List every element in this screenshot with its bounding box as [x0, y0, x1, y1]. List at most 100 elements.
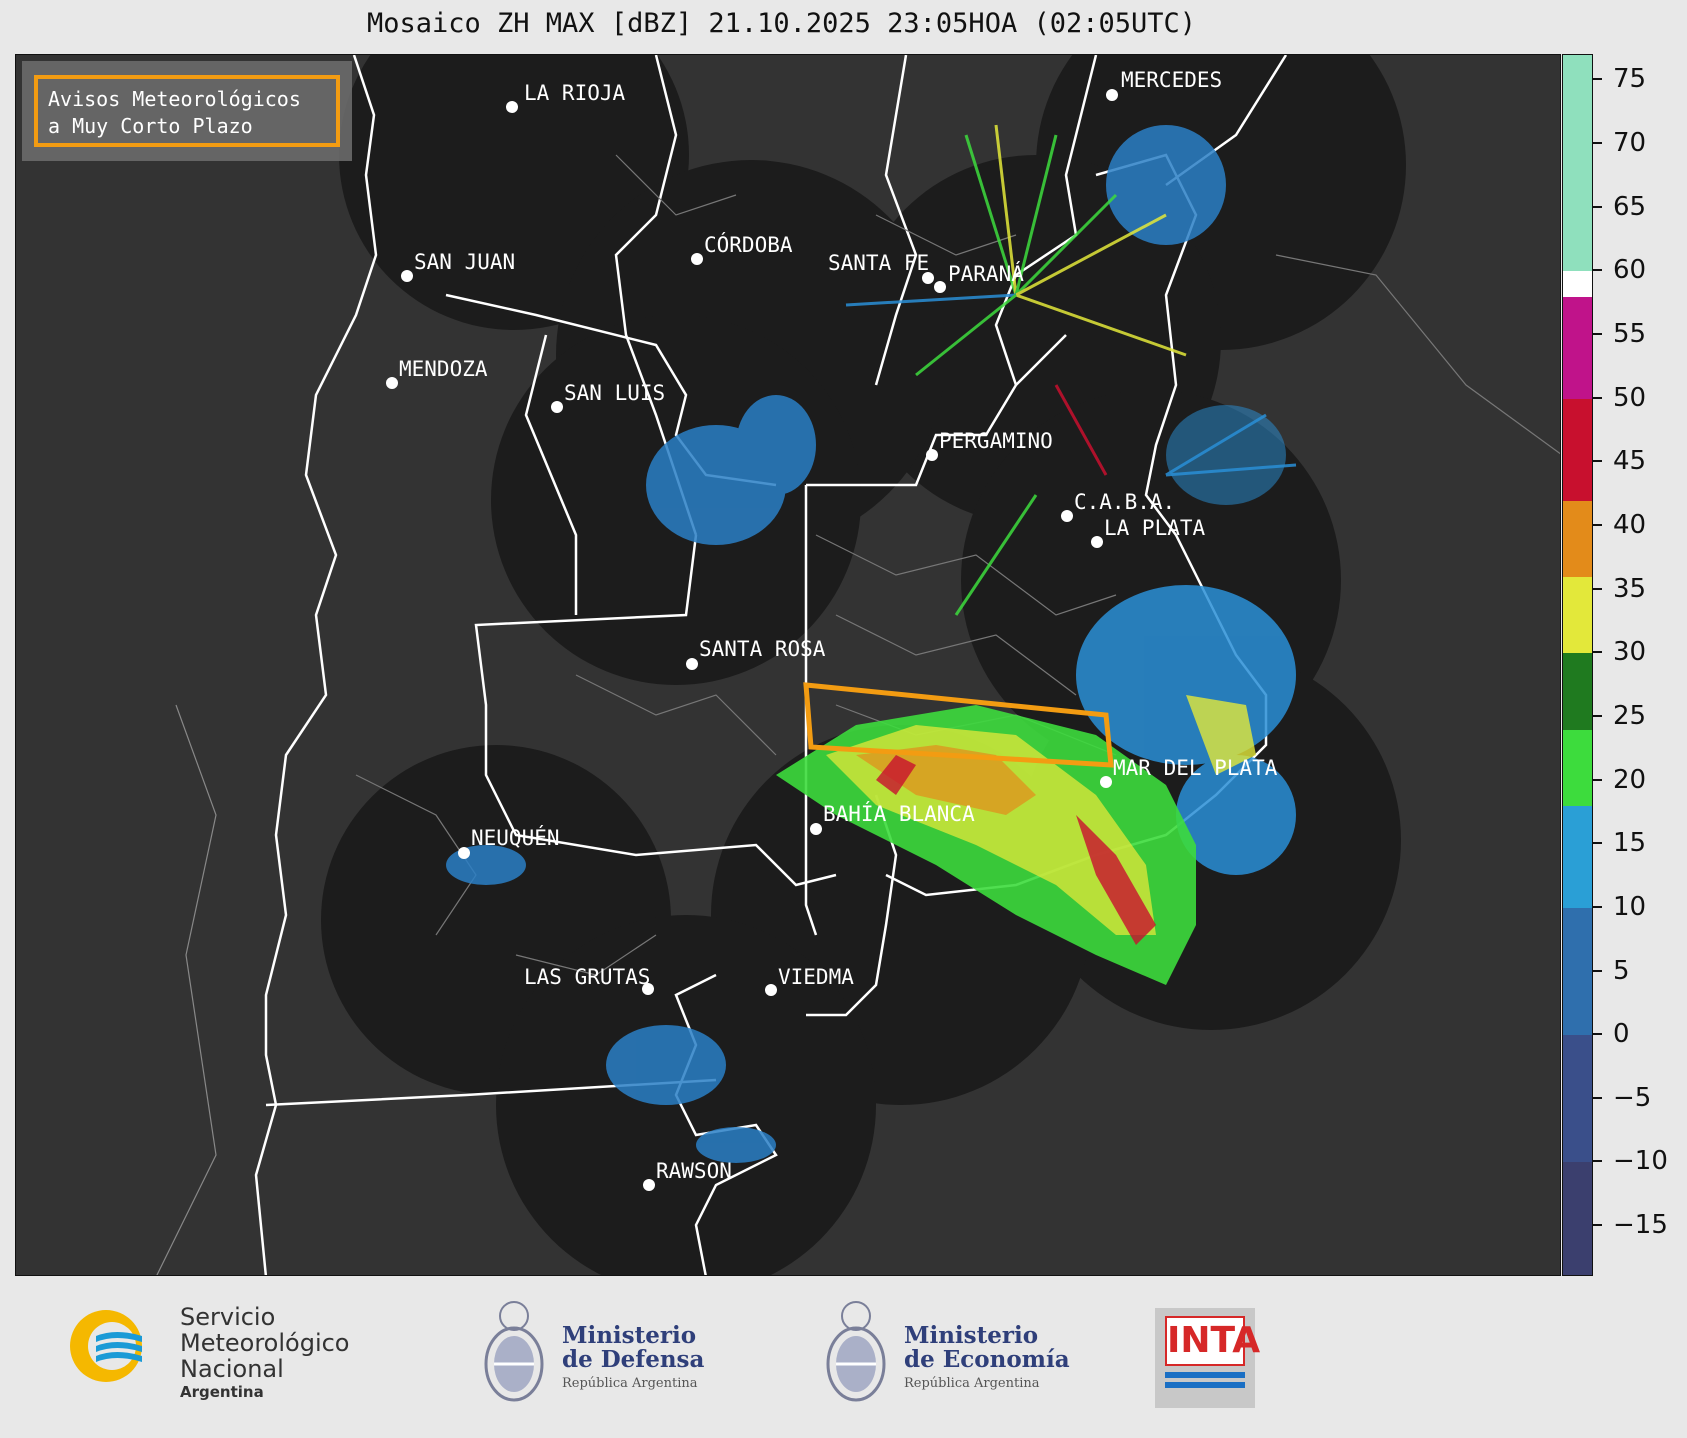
- city-marker: [401, 270, 413, 282]
- warning-legend-box: Avisos Meteorológicos a Muy Corto Plazo: [34, 75, 340, 147]
- smn-logo-text: Servicio Meteorológico Nacional Argentin…: [180, 1304, 350, 1402]
- colorbar-tick-label: −15: [1613, 1210, 1668, 1241]
- colorbar-tick-mark: [1593, 1033, 1602, 1036]
- city-marker: [643, 1179, 655, 1191]
- colorbar-tick-mark: [1593, 523, 1602, 526]
- radar-map[interactable]: LA RIOJA MERCEDES SAN JUAN CÓRDOBA SANTA…: [15, 54, 1561, 1276]
- colorbar-tick-mark: [1593, 205, 1602, 208]
- colorbar-tick-mark: [1593, 460, 1602, 463]
- colorbar-tick-label: 15: [1613, 828, 1647, 859]
- colorbar-band: [1563, 296, 1592, 399]
- colorbar-band: [1563, 729, 1592, 807]
- map-title: Mosaico ZH MAX [dBZ] 21.10.2025 23:05HOA…: [366, 8, 1197, 39]
- colorbar-tick-mark: [1593, 905, 1602, 908]
- colorbar-tick-mark: [1593, 1096, 1602, 1099]
- colorbar-tick-label: 60: [1613, 255, 1647, 286]
- city-marker: [386, 377, 398, 389]
- defensa-logo-text: Ministerio de Defensa República Argentin…: [562, 1324, 704, 1396]
- inta-stripe: [1165, 1372, 1245, 1378]
- city-label: SAN LUIS: [564, 381, 665, 405]
- smn-logo-icon: [70, 1310, 142, 1382]
- colorbar-band: [1563, 576, 1592, 654]
- city-label: MENDOZA: [399, 357, 488, 381]
- colorbar-band: [1563, 806, 1592, 908]
- smn-line4: Argentina: [180, 1383, 264, 1401]
- city-marker: [934, 281, 946, 293]
- colorbar-tick-label: −10: [1613, 1146, 1668, 1177]
- defensa-line3: República Argentina: [562, 1376, 698, 1391]
- city-label: MERCEDES: [1121, 68, 1222, 92]
- colorbar-tick-label: 0: [1613, 1019, 1630, 1050]
- city-marker: [506, 101, 518, 113]
- city-marker: [1061, 510, 1073, 522]
- city-label: BAHÍA BLANCA: [823, 801, 975, 826]
- economia-line2: de Economía: [904, 1346, 1070, 1373]
- defensa-line1: Ministerio: [562, 1322, 697, 1349]
- colorbar-band: [1563, 55, 1592, 272]
- colorbar-tick-label: 25: [1613, 700, 1647, 731]
- colorbar-tick-label: 45: [1613, 446, 1647, 477]
- colorbar-tick-mark: [1593, 1160, 1602, 1163]
- colorbar-tick-mark: [1593, 778, 1602, 781]
- city-marker: [551, 401, 563, 413]
- warning-legend-line1: Avisos Meteorológicos: [48, 87, 301, 111]
- colorbar-tick-label: 5: [1613, 955, 1630, 986]
- city-label: SANTA FE: [828, 251, 929, 275]
- warning-legend-line2: a Muy Corto Plazo: [48, 114, 253, 138]
- city-marker: [810, 823, 822, 835]
- city-label: RAWSON: [656, 1159, 732, 1183]
- colorbar-tick-label: 65: [1613, 191, 1647, 222]
- city-marker: [458, 847, 470, 859]
- colorbar-tick-label: 75: [1613, 64, 1647, 95]
- city-marker: [1100, 776, 1112, 788]
- colorbar-band: [1563, 1162, 1592, 1275]
- colorbar-tick-label: 20: [1613, 764, 1647, 795]
- inta-logo-text: INTA: [1165, 1316, 1260, 1366]
- colorbar-tick-mark: [1593, 842, 1602, 845]
- city-marker: [926, 449, 938, 461]
- city-label: LA PLATA: [1104, 516, 1206, 540]
- city-marker: [691, 253, 703, 265]
- colorbar-tick-mark: [1593, 587, 1602, 590]
- city-label: PERGAMINO: [939, 429, 1053, 453]
- smn-line3: Nacional: [180, 1355, 284, 1383]
- city-marker: [1106, 89, 1118, 101]
- colorbar-tick-mark: [1593, 651, 1602, 654]
- colorbar-band: [1563, 398, 1592, 501]
- inta-stripe: [1165, 1382, 1245, 1388]
- city-marker: [1091, 536, 1103, 548]
- colorbar-tick-label: 40: [1613, 509, 1647, 540]
- city-label: C.A.B.A.: [1074, 490, 1175, 514]
- colorbar-tick-label: 50: [1613, 382, 1647, 413]
- colorbar-tick-mark: [1593, 396, 1602, 399]
- colorbar-tick-label: 35: [1613, 573, 1647, 604]
- colorbar-band: [1563, 653, 1592, 730]
- colorbar-tick-label: 10: [1613, 891, 1647, 922]
- city-marker: [765, 984, 777, 996]
- colorbar-band: [1563, 1035, 1592, 1163]
- colorbar-tick-mark: [1593, 969, 1602, 972]
- colorbar-band: [1563, 271, 1592, 297]
- defensa-line2: de Defensa: [562, 1346, 705, 1373]
- colorbar-tick-mark: [1593, 269, 1602, 272]
- colorbar-tick-label: 55: [1613, 319, 1647, 350]
- warning-legend: Avisos Meteorológicos a Muy Corto Plazo: [22, 61, 352, 161]
- inta-logo: INTA: [1155, 1308, 1260, 1408]
- colorbar-tick-label: 70: [1613, 128, 1647, 159]
- city-label: VIEDMA: [778, 965, 854, 989]
- city-marker: [686, 658, 698, 670]
- colorbar-tick-mark: [1593, 142, 1602, 145]
- colorbar-tick-mark: [1593, 1224, 1602, 1227]
- footer-logos: Servicio Meteorológico Nacional Argentin…: [0, 1278, 1687, 1438]
- coat-of-arms-icon: [826, 1301, 886, 1402]
- colorbar-tick-label: 30: [1613, 637, 1647, 668]
- smn-line2: Meteorológico: [180, 1329, 350, 1357]
- economia-line1: Ministerio: [904, 1322, 1039, 1349]
- city-label: SAN JUAN: [414, 250, 515, 274]
- smn-line1: Servicio: [180, 1303, 276, 1331]
- economia-line3: República Argentina: [904, 1376, 1040, 1391]
- economia-logo-text: Ministerio de Economía República Argenti…: [904, 1324, 1070, 1396]
- colorbar-tick-mark: [1593, 333, 1602, 336]
- city-label: LAS GRUTAS: [524, 965, 650, 989]
- city-label: LA RIOJA: [524, 81, 626, 105]
